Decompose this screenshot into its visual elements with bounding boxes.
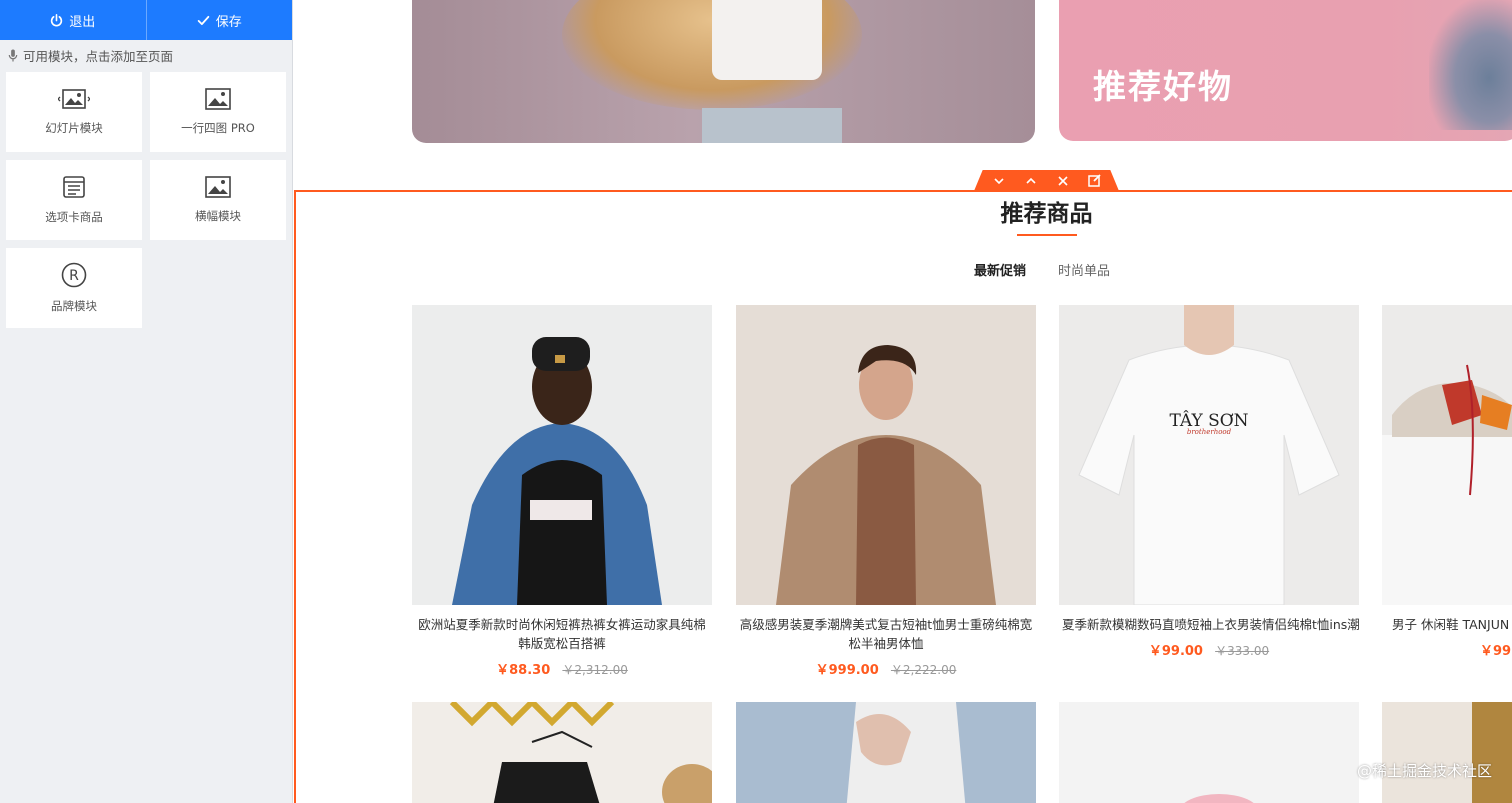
product-name: 男子 休闲鞋 TANJUN xyxy=(1392,617,1510,632)
move-up-icon[interactable] xyxy=(1024,174,1038,188)
module-banner[interactable]: 横幅模块 xyxy=(150,160,286,240)
product-price: ￥99.00 ￥333.00 xyxy=(1059,640,1359,659)
module-hint-text: 可用模块，点击添加至页面 xyxy=(23,48,174,64)
watermark: @稀土掘金技术社区 xyxy=(1356,762,1492,780)
sale-price: ￥88.30 xyxy=(496,663,551,678)
module-brand[interactable]: R 品牌模块 xyxy=(6,248,142,328)
slideshow-icon xyxy=(58,89,90,109)
model-jeans xyxy=(702,108,842,143)
move-down-icon[interactable] xyxy=(992,174,1006,188)
edit-icon[interactable] xyxy=(1088,174,1102,188)
module-four-images-pro[interactable]: 一行四图 PRO xyxy=(150,72,286,152)
exit-label: 退出 xyxy=(69,14,96,30)
exit-button[interactable]: 退出 xyxy=(0,0,146,40)
original-price: ￥2,222.00 xyxy=(890,663,957,677)
banner-image-left[interactable] xyxy=(412,0,1035,143)
microphone-icon xyxy=(8,48,18,62)
image-icon xyxy=(205,176,231,198)
banner-right-title: 推荐好物 xyxy=(1093,67,1233,106)
original-price: ￥2,312.00 xyxy=(562,663,628,677)
tab-fashion-items[interactable]: 时尚单品 xyxy=(1058,260,1110,279)
save-label: 保存 xyxy=(215,14,242,30)
shirt-print-line2: brotherhood xyxy=(1187,428,1232,436)
product-card[interactable]: 欧洲站夏季新款时尚休闲短裤热裤女裤运动家具纯棉韩版宽松百搭裤 ￥88.30 ￥2… xyxy=(412,305,712,678)
product-price: ￥999.00 ￥2,222.00 xyxy=(736,659,1036,678)
product-name: 欧洲站夏季新款时尚休闲短裤热裤女裤运动家具纯棉韩版宽松百搭裤 xyxy=(418,617,706,651)
sale-price: ￥99.0 xyxy=(1480,644,1512,659)
module-label: 横幅模块 xyxy=(195,209,241,223)
svg-text:R: R xyxy=(69,268,79,284)
model-top xyxy=(712,0,822,80)
product-image[interactable] xyxy=(1382,305,1512,605)
product-card[interactable]: 男子 休闲鞋 TANJUN ￥99.0 xyxy=(1382,305,1512,659)
tab-latest-promo[interactable]: 最新促销 xyxy=(974,260,1026,279)
product-name: 夏季新款模糊数码直喷短袖上衣男装情侣纯棉t恤ins潮 xyxy=(1062,617,1359,632)
sale-price: ￥99.00 xyxy=(1148,644,1203,659)
product-tabs: 最新促销 时尚单品 xyxy=(974,260,1110,279)
section-toolbar xyxy=(974,170,1119,191)
check-icon xyxy=(197,15,210,25)
product-image[interactable]: TÂY SƠN brotherhood xyxy=(1059,305,1359,605)
page-canvas: 推荐好物 推荐商品 最新促销 时尚单品 欧洲站夏季新款时尚休闲短裤热裤女裤运动家… xyxy=(294,0,1512,803)
image-icon xyxy=(205,88,231,110)
product-price: ￥88.30 ￥2,312.00 xyxy=(412,659,712,678)
module-grid: 幻灯片模块 一行四图 PRO 选项卡商品 横幅模块 R 品牌模块 xyxy=(0,70,292,328)
product-image[interactable] xyxy=(736,702,1036,803)
close-icon[interactable] xyxy=(1056,174,1070,188)
sidebar-toolbar: 退出 保存 xyxy=(0,0,292,40)
list-icon xyxy=(63,176,85,198)
product-image[interactable] xyxy=(1059,702,1359,803)
sale-price: ￥999.00 xyxy=(815,663,879,678)
product-image[interactable] xyxy=(736,305,1036,605)
module-label: 品牌模块 xyxy=(51,299,97,313)
module-sidebar: 退出 保存 可用模块，点击添加至页面 幻灯片模块 一行四图 PRO 选项卡商品 … xyxy=(0,0,293,803)
banner-image-right[interactable]: 推荐好物 xyxy=(1059,0,1512,141)
product-name: 高级感男装夏季潮牌美式复古短袖t恤男士重磅纯棉宽松半袖男体恤 xyxy=(739,617,1033,651)
save-button[interactable]: 保存 xyxy=(145,0,293,40)
product-card[interactable]: TÂY SƠN brotherhood 夏季新款模糊数码直喷短袖上衣男装情侣纯棉… xyxy=(1059,305,1359,659)
product-image[interactable] xyxy=(1382,702,1512,803)
power-icon xyxy=(51,13,63,26)
original-price: ￥333.00 xyxy=(1215,644,1270,658)
module-label: 幻灯片模块 xyxy=(45,121,103,135)
product-price: ￥99.0 xyxy=(1382,640,1512,659)
title-underline xyxy=(1017,234,1077,236)
registered-icon: R xyxy=(61,262,87,288)
product-card[interactable]: 高级感男装夏季潮牌美式复古短袖t恤男士重磅纯棉宽松半袖男体恤 ￥999.00 ￥… xyxy=(736,305,1036,678)
product-image[interactable] xyxy=(412,702,712,803)
banner-model xyxy=(1429,0,1512,130)
module-hint: 可用模块，点击添加至页面 xyxy=(0,40,292,70)
module-tab-products[interactable]: 选项卡商品 xyxy=(6,160,142,240)
section-title: 推荐商品 xyxy=(1000,201,1093,227)
product-image[interactable] xyxy=(412,305,712,605)
module-label: 一行四图 PRO xyxy=(181,121,255,135)
module-slideshow[interactable]: 幻灯片模块 xyxy=(6,72,142,152)
module-label: 选项卡商品 xyxy=(45,210,103,224)
